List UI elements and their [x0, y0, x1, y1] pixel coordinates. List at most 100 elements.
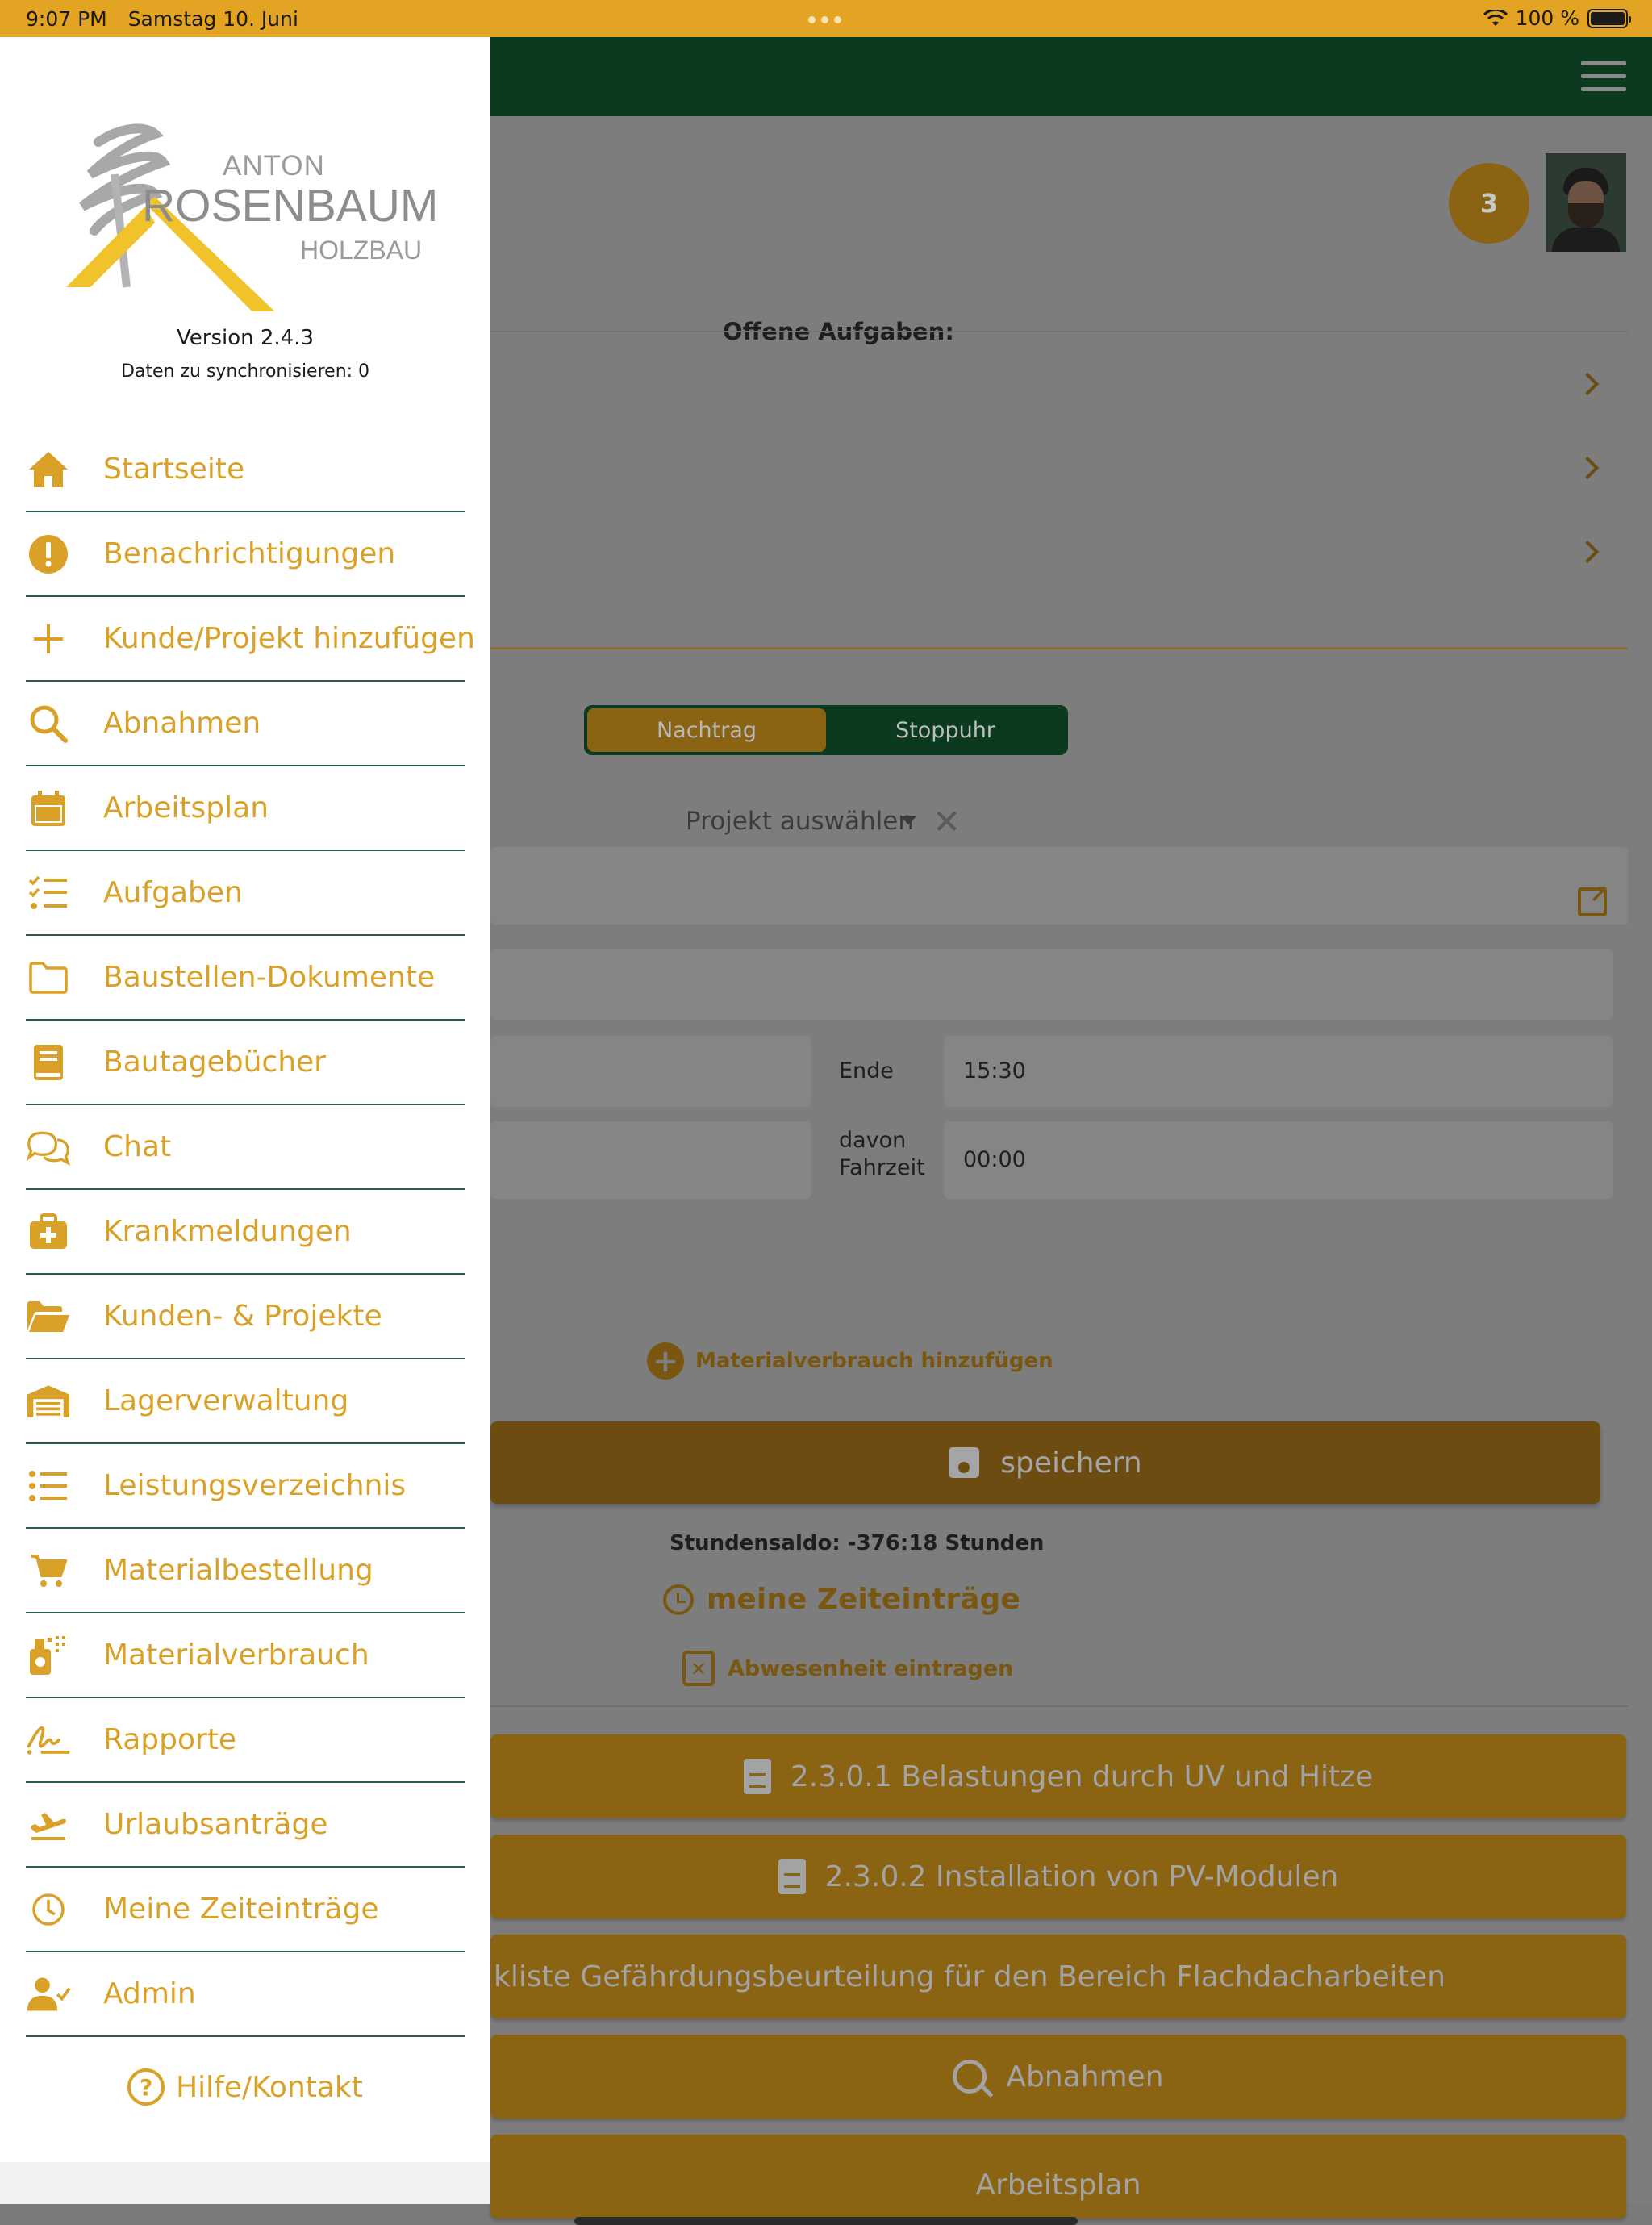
menu-item-admin[interactable]: Admin [26, 1952, 465, 2037]
search-icon [953, 2060, 987, 2094]
menu-item-label: Arbeitsplan [103, 791, 269, 824]
my-time-entries-link[interactable]: meine Zeiteinträge [663, 1583, 1020, 1616]
battery-percent: 100 % [1515, 6, 1579, 30]
tab-nachtrag[interactable]: Nachtrag [587, 708, 826, 752]
absence-link[interactable]: ✕ Abwesenheit eintragen [682, 1651, 1013, 1686]
project-select-label: Projekt auswählen [686, 807, 914, 836]
doc-button[interactable]: 2.3.0.1 Belastungen durch UV und Hitze [490, 1734, 1626, 1818]
spray-icon [26, 1633, 71, 1678]
warehouse-icon [26, 1379, 71, 1424]
menu-item-bautagebuecher[interactable]: Bautagebücher [26, 1021, 465, 1105]
menu-item-aufgaben[interactable]: Aufgaben [26, 851, 465, 936]
end-value: 15:30 [963, 1058, 1026, 1083]
abnahmen-button-label: Abnahmen [1006, 2060, 1164, 2094]
user-check-icon [26, 1972, 71, 2017]
arbeitsplan-button[interactable]: Arbeitsplan [490, 2135, 1626, 2219]
fahrzeit-field[interactable] [944, 1121, 1613, 1199]
save-button[interactable]: speichern [490, 1421, 1600, 1504]
notification-count-badge[interactable]: 3 [1449, 163, 1529, 244]
status-right: 100 % [1483, 6, 1631, 30]
chevron-right-icon[interactable] [1575, 372, 1600, 396]
menu-item-rapporte[interactable]: Rapporte [26, 1698, 465, 1783]
document-icon [778, 1859, 806, 1894]
menu-item-label: Startseite [103, 453, 245, 486]
abnahmen-button[interactable]: Abnahmen [490, 2035, 1626, 2119]
floppy-icon [949, 1447, 980, 1478]
plane-departure-icon [26, 1802, 71, 1847]
save-label: speichern [1000, 1446, 1142, 1480]
add-material-link[interactable]: + Materialverbrauch hinzufügen [647, 1342, 1053, 1380]
logo-text-line1: ANTON [223, 150, 325, 182]
menu-item-label: Lagerverwaltung [103, 1384, 349, 1417]
menu-item-kunde-projekt-hinzufuegen[interactable]: Kunde/Projekt hinzufügen [26, 597, 475, 682]
menu-item-krankmeldungen[interactable]: Krankmeldungen [26, 1190, 465, 1275]
menu-item-label: Admin [103, 1977, 196, 2010]
external-link-icon[interactable] [1578, 881, 1609, 916]
clear-icon[interactable]: ✕ [932, 802, 961, 841]
menu-item-chat[interactable]: Chat [26, 1105, 465, 1190]
divider [490, 1705, 1628, 1707]
chevron-right-icon[interactable] [1575, 540, 1600, 564]
menu-item-lagerverwaltung[interactable]: Lagerverwaltung [26, 1359, 465, 1444]
description-field[interactable] [490, 949, 1613, 1020]
menu-item-arbeitsplan[interactable]: Arbeitsplan [26, 766, 465, 851]
status-date: Samstag 10. Juni [127, 7, 298, 31]
clock-icon [26, 1887, 71, 1932]
menu-item-label: Krankmeldungen [103, 1215, 352, 1248]
break-field[interactable] [490, 1121, 811, 1199]
wifi-icon [1483, 9, 1508, 26]
clock-icon [663, 1584, 694, 1615]
arbeitsplan-button-label: Arbeitsplan [975, 2169, 1141, 2202]
menu-item-label: Materialverbrauch [103, 1638, 369, 1672]
help-contact-link[interactable]: ? Hilfe/Kontakt [0, 2068, 490, 2106]
menu-item-benachrichtigungen[interactable]: Benachrichtigungen [26, 512, 465, 597]
divider [490, 331, 1628, 332]
battery-icon [1587, 8, 1631, 28]
menu-item-materialbestellung[interactable]: Materialbestellung [26, 1529, 465, 1613]
doc-button-label: 2.3.0.1 Belastungen durch UV und Hitze [790, 1760, 1374, 1793]
doc-button-label: kliste Gefährdungsbeurteilung für den Be… [494, 1960, 1446, 1993]
status-left: 9:07 PM Samstag 10. Juni [26, 7, 313, 31]
company-logo: ANTON ROSENBAUM HOLZBAU [58, 102, 438, 344]
alert-icon [26, 532, 71, 577]
folder-icon [26, 955, 71, 1000]
doc-button[interactable]: kliste Gefährdungsbeurteilung für den Be… [490, 1935, 1626, 2018]
menu-item-baustellen-dokumente[interactable]: Baustellen-Dokumente [26, 936, 465, 1021]
menu-item-label: Meine Zeiteinträge [103, 1893, 379, 1926]
avatar[interactable] [1546, 153, 1626, 252]
menu-item-kunden-projekte[interactable]: Kunden- & Projekte [26, 1275, 465, 1359]
plus-circle-icon: + [647, 1342, 684, 1380]
plus-icon [26, 616, 71, 662]
start-field[interactable] [490, 1036, 811, 1107]
menu-item-leistungsverzeichnis[interactable]: Leistungsverzeichnis [26, 1444, 465, 1529]
tab-stoppuhr[interactable]: Stoppuhr [826, 708, 1065, 752]
app-version: Version 2.4.3 [176, 326, 315, 350]
chat-icon [26, 1125, 71, 1170]
menu-item-abnahmen[interactable]: Abnahmen [26, 682, 465, 766]
menu-item-label: Abnahmen [103, 707, 261, 740]
menu-item-startseite[interactable]: Startseite [26, 428, 465, 512]
logo-text-line2: ROSENBAUM [142, 180, 439, 232]
multitasking-dots-icon[interactable] [808, 16, 841, 23]
chevron-right-icon[interactable] [1575, 456, 1600, 480]
fahrzeit-value: 00:00 [963, 1147, 1026, 1172]
my-time-entries-label: meine Zeiteinträge [707, 1583, 1020, 1616]
end-field[interactable] [944, 1036, 1613, 1107]
home-icon [26, 447, 71, 492]
home-indicator[interactable] [574, 2217, 1078, 2225]
menu-item-label: Bautagebücher [103, 1046, 326, 1079]
doc-button[interactable]: 2.3.0.2 Installation von PV-Modulen [490, 1835, 1626, 1918]
document-icon [743, 1759, 771, 1794]
hamburger-menu-icon[interactable] [1581, 61, 1626, 94]
checklist-icon [26, 870, 71, 916]
caret-down-icon [900, 816, 916, 824]
menu-item-label: Baustellen-Dokumente [103, 961, 436, 994]
menu-item-label: Chat [103, 1130, 172, 1163]
menu-item-urlaubsantraege[interactable]: Urlaubsanträge [26, 1783, 465, 1868]
menu-item-materialverbrauch[interactable]: Materialverbrauch [26, 1613, 465, 1698]
project-info-field [490, 847, 1628, 925]
status-bar: 9:07 PM Samstag 10. Juni 100 % [0, 0, 1652, 37]
sync-status: Daten zu synchronisieren: 0 [120, 361, 370, 382]
fahrzeit-label-1: davon [839, 1128, 907, 1153]
menu-item-meine-zeiteintraege[interactable]: Meine Zeiteinträge [26, 1868, 465, 1952]
